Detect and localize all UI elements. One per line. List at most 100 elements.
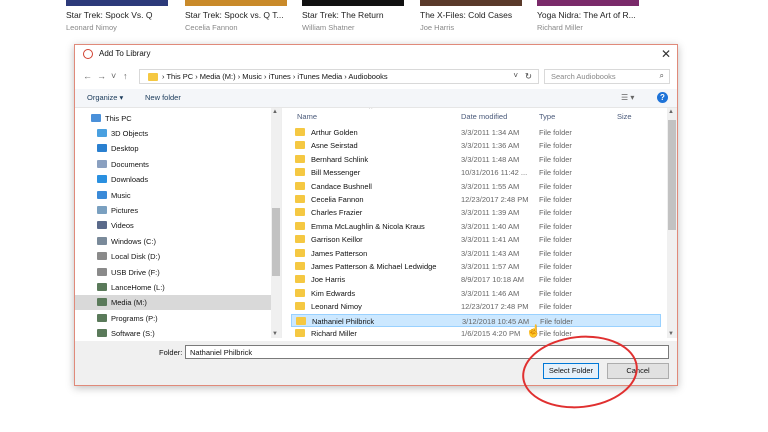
desktop-icon <box>97 144 107 153</box>
sidebar-item[interactable]: Media (M:) <box>75 295 271 311</box>
folder-icon <box>295 195 305 203</box>
file-date: 3/3/2011 1:34 AM <box>461 128 520 137</box>
book-item[interactable]: The X-Files: Cold Cases Joe Harris <box>420 10 512 32</box>
column-header-date[interactable]: Date modified <box>461 112 507 121</box>
folder-icon <box>295 248 305 257</box>
address-dropdown-icon[interactable]: ˅ <box>513 71 518 80</box>
file-row[interactable]: James Patterson 3/3/2011 1:43 AM File fold… <box>291 247 661 260</box>
scroll-thumb[interactable] <box>668 120 676 230</box>
book-item[interactable]: Star Trek: Spock Vs. Q Leonard Nimoy <box>66 10 152 32</box>
folder-icon <box>295 141 305 150</box>
recent-locations-chevron-icon[interactable]: ˅ <box>111 71 116 81</box>
file-row[interactable]: Emma McLaughlin & Nicola Kraus 3/3/2011 1… <box>291 220 661 233</box>
up-arrow-icon[interactable]: ↑ <box>123 71 128 81</box>
book-title: Star Trek: Spock vs. Q T... <box>185 10 284 20</box>
file-row[interactable]: Joe Harris 8/9/2017 10:18 AM File folder <box>291 273 661 286</box>
book-item[interactable]: Star Trek: The Return William Shatner <box>302 10 384 32</box>
search-input[interactable]: Search Audiobooks ⌕ <box>544 69 670 84</box>
scroll-down-icon[interactable]: ▼ <box>272 331 278 337</box>
back-arrow-icon[interactable]: ← <box>83 71 92 81</box>
scroll-up-icon[interactable]: ▲ <box>668 109 674 115</box>
book-title: Yoga Nidra: The Art of R... <box>537 10 636 20</box>
column-header-type[interactable]: Type <box>539 112 555 121</box>
file-row[interactable]: Cecelia Fannon 12/23/2017 2:48 PM File fol… <box>291 193 661 206</box>
file-row[interactable]: James Patterson & Michael Ledwidge 3/3/20… <box>291 260 661 273</box>
sidebar-item[interactable]: This PC <box>75 111 271 126</box>
book-cover[interactable] <box>66 0 168 6</box>
new-folder-button[interactable]: New folder <box>145 93 181 102</box>
book-title: Star Trek: Spock Vs. Q <box>66 10 153 20</box>
book-author: William Shatner <box>302 23 355 32</box>
document-icon <box>97 159 107 168</box>
file-row[interactable]: Candace Bushnell 3/3/2011 1:55 AM File fol… <box>291 180 661 193</box>
sidebar-item[interactable]: Local Disk (D:) <box>75 249 271 264</box>
sidebar-item-label: Downloads <box>111 175 149 185</box>
scroll-up-icon[interactable]: ▲ <box>272 109 278 115</box>
file-row[interactable]: Arthur Golden 3/3/2011 1:34 AM File folder <box>291 126 661 139</box>
forward-arrow-icon[interactable]: → <box>97 71 106 81</box>
file-row[interactable]: Asne Seirstad 3/3/2011 1:36 AM File folder <box>291 139 661 152</box>
folder-icon <box>295 208 305 217</box>
file-type: File folder <box>539 128 572 137</box>
drive-icon <box>97 252 107 261</box>
file-name: Asne Seirstad <box>311 141 358 151</box>
file-row[interactable]: Richard Miller 1/6/2015 4:20 PM File folde… <box>291 327 661 338</box>
folder-icon <box>295 221 305 230</box>
address-bar[interactable]: › This PC › Media (M:) › Music › iTunes … <box>139 69 539 84</box>
sidebar-item[interactable]: Programs (P:) <box>75 311 271 326</box>
sidebar-item[interactable]: Videos <box>75 218 271 233</box>
library-strip: Star Trek: Spock Vs. Q Leonard Nimoy Star … <box>0 0 768 40</box>
dialog-toolbar: Organize ▾ New folder ☰ ▾ ? <box>75 89 677 108</box>
sidebar-item[interactable]: 3D Objects <box>75 126 271 141</box>
file-row[interactable]: Charles Frazier 3/3/2011 1:39 AM File fold… <box>291 206 661 219</box>
breadcrumb[interactable]: › This PC › Media (M:) › Music › iTunes … <box>162 72 388 81</box>
sidebar-item[interactable]: USB Drive (F:) <box>75 265 271 280</box>
file-name: Candace Bushnell <box>311 181 372 191</box>
sidebar-item[interactable]: Documents <box>75 157 271 172</box>
column-header-size[interactable]: Size <box>617 112 632 121</box>
navigation-pane: This PC 3D Objects Desktop Documents Downloa… <box>75 108 282 338</box>
picture-icon <box>97 206 107 214</box>
book-cover[interactable] <box>537 0 639 6</box>
refresh-icon[interactable]: ↻ <box>525 71 532 82</box>
search-icon[interactable]: ⌕ <box>660 71 664 81</box>
file-list-scrollbar[interactable]: ▲ ▼ <box>667 108 677 338</box>
file-type: File folder <box>539 275 572 285</box>
file-type: File folder <box>539 302 572 312</box>
network-drive-icon <box>97 313 107 322</box>
video-icon <box>97 221 107 230</box>
sidebar-item[interactable]: Software (S:) <box>75 326 271 338</box>
view-options-icon[interactable]: ☰ ▾ <box>621 93 634 102</box>
file-row[interactable]: Bernhard Schlink 3/3/2011 1:48 AM File fol… <box>291 153 661 166</box>
folder-icon <box>295 275 305 284</box>
sidebar-item[interactable]: Desktop <box>75 141 271 156</box>
book-cover[interactable] <box>185 0 287 6</box>
book-item[interactable]: Star Trek: Spock vs. Q T... Cecelia Fanno… <box>185 10 284 32</box>
help-icon[interactable]: ? <box>657 92 668 103</box>
file-row[interactable]: Kim Edwards 3/3/2011 1:46 AM File folder <box>291 287 661 300</box>
book-item[interactable]: Yoga Nidra: The Art of R... Richard Mille… <box>537 10 636 32</box>
sidebar-item[interactable]: Music <box>75 188 271 203</box>
navigation-scrollbar[interactable]: ▲ ▼ <box>271 108 281 338</box>
organize-menu[interactable]: Organize ▾ <box>87 93 123 102</box>
sidebar-item[interactable]: Windows (C:) <box>75 234 271 249</box>
file-date: 10/31/2016 11:42 ... <box>461 168 528 178</box>
file-date: 3/3/2011 1:43 AM <box>461 248 520 258</box>
file-row[interactable]: Garrison Keillor 3/3/2011 1:41 AM File fol… <box>291 233 661 246</box>
file-row[interactable]: Bill Messenger 10/31/2016 11:42 ... File f… <box>291 166 661 179</box>
book-cover[interactable] <box>420 0 522 6</box>
sidebar-item[interactable]: Downloads <box>75 172 271 187</box>
scroll-down-icon[interactable]: ▼ <box>668 331 674 337</box>
close-icon[interactable]: ✕ <box>661 47 671 61</box>
scroll-thumb[interactable] <box>272 208 280 276</box>
folder-icon <box>295 168 305 177</box>
file-row[interactable]: Leonard Nimoy 12/23/2017 2:48 PM File fold… <box>291 300 661 313</box>
book-cover[interactable] <box>302 0 404 6</box>
dialog-title: Add To Library <box>99 49 151 58</box>
sidebar-item[interactable]: LanceHome (L:) <box>75 280 271 295</box>
column-header-name[interactable]: Name <box>297 112 317 121</box>
file-name: Arthur Golden <box>311 128 358 137</box>
file-row[interactable]: Nathaniel Philbrick 3/12/2018 10:45 AM Fil… <box>291 313 661 327</box>
sidebar-item[interactable]: Pictures <box>75 203 271 218</box>
file-date: 12/23/2017 2:48 PM <box>461 195 529 204</box>
